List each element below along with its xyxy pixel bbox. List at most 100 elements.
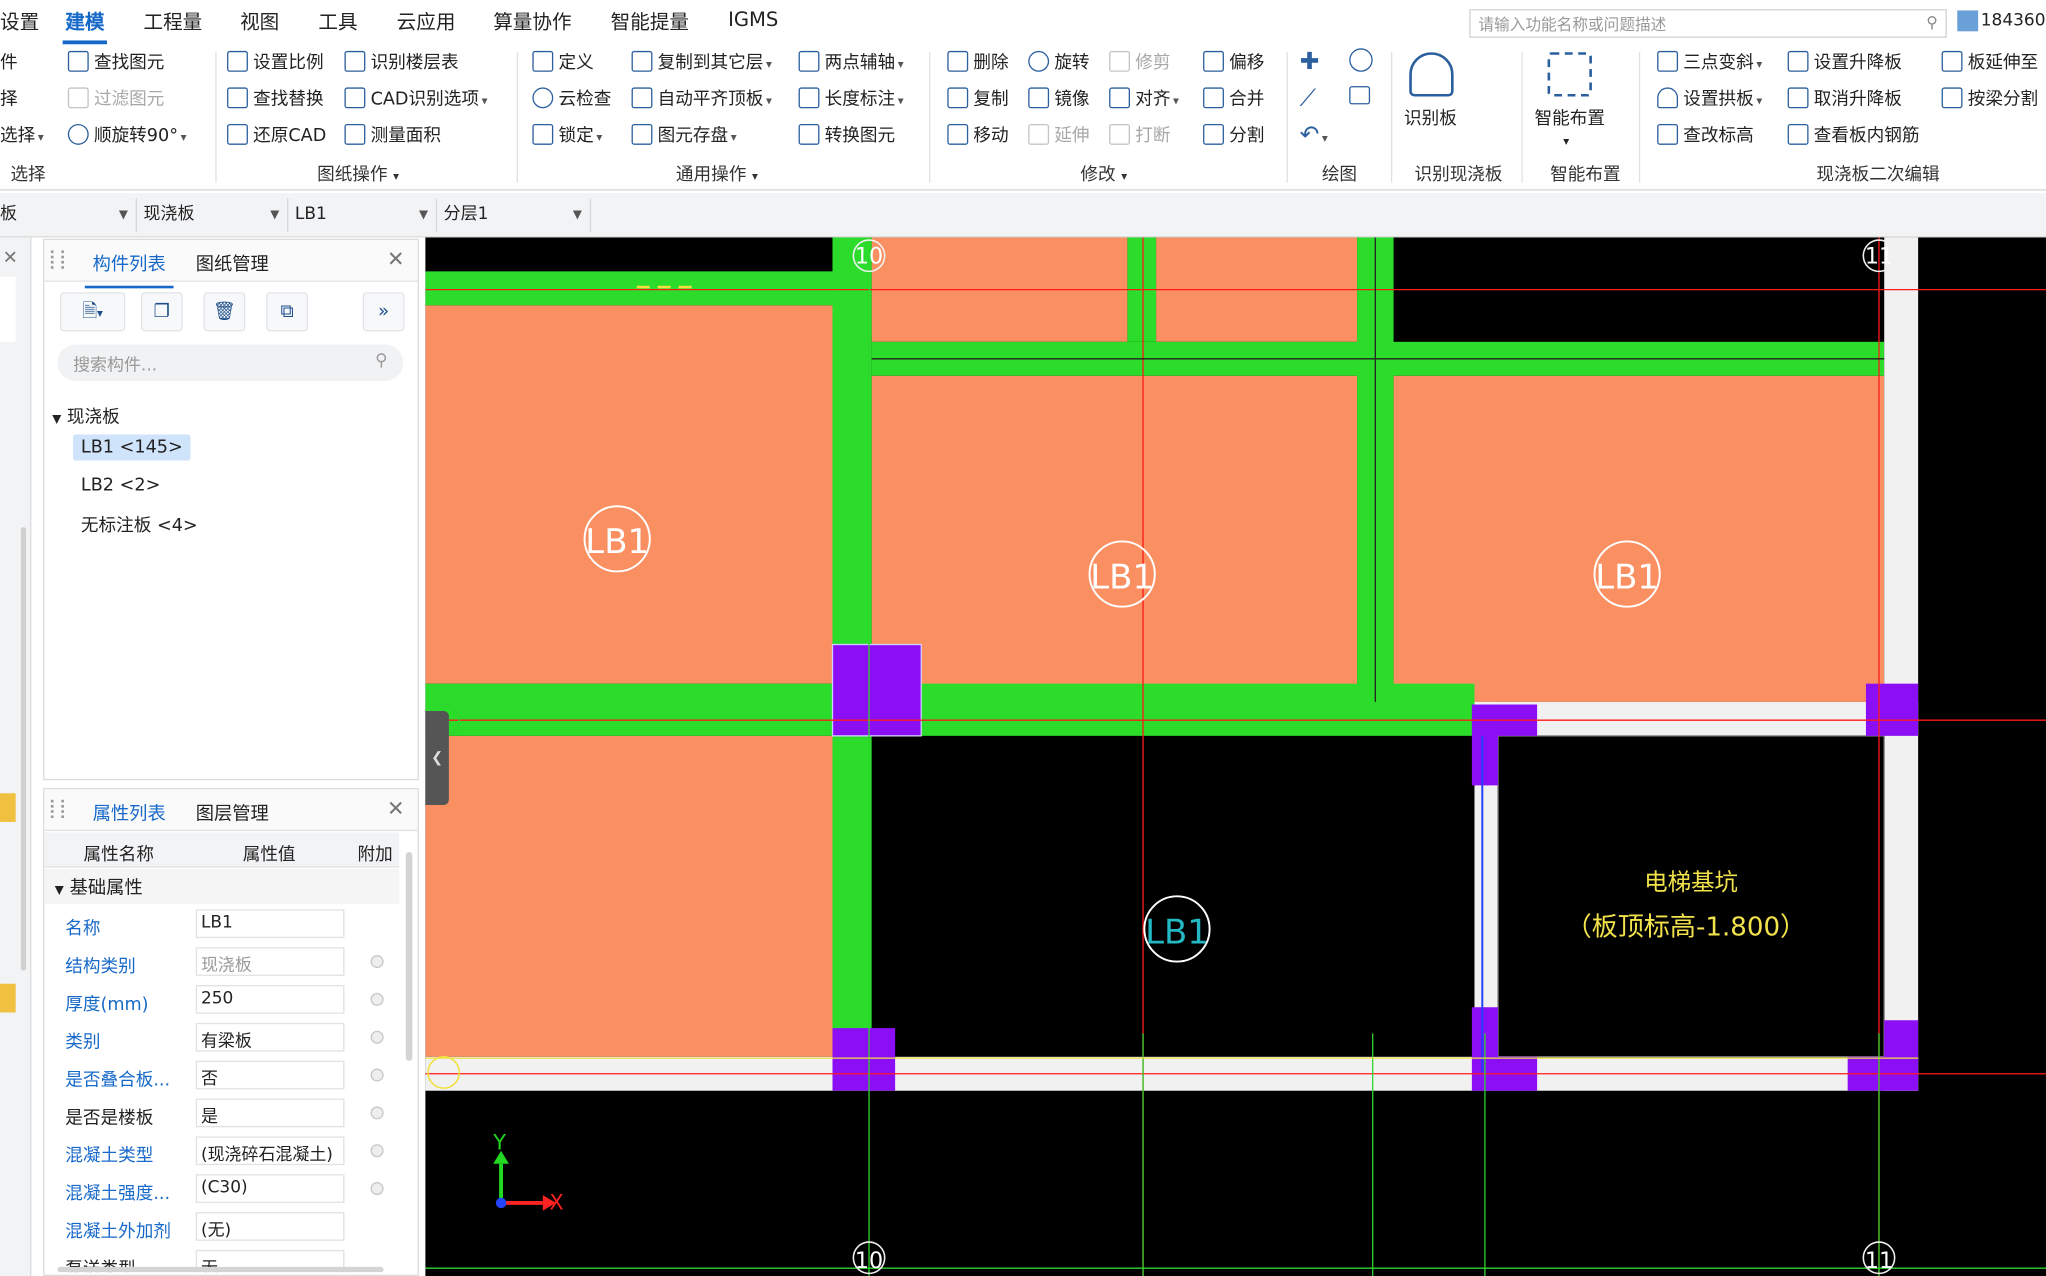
align-button[interactable]: 对齐 ▾ (1109, 85, 1179, 114)
prop-value-input[interactable]: 250 (195, 985, 345, 1014)
wall[interactable] (1884, 237, 1919, 1091)
column[interactable] (1865, 683, 1919, 736)
auto-align-top-button[interactable]: 自动平齐顶板 ▾ (631, 85, 772, 114)
set-arch-slab-button[interactable]: 设置拱板 ▾ (1657, 85, 1762, 114)
drag-handle-icon[interactable] (50, 799, 64, 819)
smart-layout-dropdown[interactable]: ▾ (1563, 128, 1569, 157)
restore-cad-button[interactable]: 还原CAD (227, 121, 326, 150)
group-label-general[interactable]: 通用操作 ▾ (676, 159, 758, 185)
slab-label[interactable]: LB1 (1145, 912, 1209, 951)
convert-element-button[interactable]: 转换图元 (798, 121, 895, 150)
extra-checkbox[interactable] (370, 992, 384, 1006)
slab-region[interactable] (1393, 375, 1885, 702)
more-actions-button[interactable]: » (362, 292, 405, 332)
find-replace-button[interactable]: 查找替换 (227, 85, 324, 114)
floor-select[interactable]: 板 ▼ (0, 198, 138, 233)
tree-root[interactable]: ▼ 现浇板 (52, 402, 119, 428)
mirror-button[interactable]: 镜像 (1028, 85, 1090, 114)
smart-layout-button[interactable]: 智能布置 (1535, 104, 1605, 133)
rotate-button[interactable]: 旋转 (1028, 48, 1090, 77)
menu-item-cloud[interactable]: 云应用 (397, 8, 456, 35)
tab-component-list[interactable]: 构件列表 (84, 251, 174, 289)
find-element-button[interactable]: 查找图元 (67, 48, 164, 77)
slab-extend-button[interactable]: 板延伸至 (1941, 48, 2038, 77)
tree-item-unlabeled[interactable]: 无标注板 <4> (81, 510, 198, 536)
cad-drawing[interactable]: 10 11 10 11 LB1 LB1 LB1 LB1 电梯基坑 （板顶标高-1… (425, 237, 2046, 1276)
copy-to-floor-button[interactable]: 复制到其它层 ▾ (631, 48, 772, 77)
length-dimension-button[interactable]: 长度标注 ▾ (798, 85, 904, 114)
user-account[interactable]: 184360 (1957, 10, 2046, 32)
copy-button[interactable]: 复制 (947, 85, 1009, 114)
merge-button[interactable]: 合并 (1203, 85, 1264, 114)
tab-layer-management[interactable]: 图层管理 (196, 800, 269, 826)
split-button[interactable]: 分割 (1203, 121, 1264, 150)
layer-copy-button[interactable]: ⧉ (266, 292, 308, 332)
section-basic[interactable]: ▼ 基础属性 (44, 868, 400, 905)
view-slab-rebar-button[interactable]: 查看板内钢筋 (1787, 121, 1919, 150)
tree-item-lb1[interactable]: LB1 <145> (73, 434, 191, 461)
menu-item-modeling[interactable]: 建模 (62, 8, 108, 45)
extra-checkbox[interactable] (370, 1068, 384, 1082)
draw-point-button[interactable]: ✚ (1300, 48, 1320, 77)
measure-area-button[interactable]: 测量面积 (344, 121, 441, 150)
slab-region[interactable] (871, 375, 1358, 702)
prop-value-input[interactable]: 现浇板 (195, 947, 345, 976)
drag-handle-icon[interactable] (50, 250, 64, 269)
prop-value-input[interactable]: 是 (195, 1098, 345, 1128)
close-icon[interactable]: ✕ (3, 248, 18, 269)
edit-elevation-button[interactable]: 查改标高 (1657, 121, 1754, 150)
search-icon[interactable]: ⚲ (1926, 13, 1937, 31)
delete-component-button[interactable]: 🗑 (203, 292, 246, 332)
cad-options-button[interactable]: CAD识别选项 ▾ (344, 85, 487, 114)
split-by-beam-button[interactable]: 按梁分割 (1941, 85, 2038, 114)
extra-checkbox[interactable] (370, 1030, 384, 1044)
slab-label[interactable]: LB1 (1090, 557, 1154, 596)
menu-item-collab[interactable]: 算量协作 (493, 8, 571, 35)
component-select[interactable]: LB1 ▼ (290, 198, 438, 233)
move-button[interactable]: 移动 (947, 121, 1009, 150)
column[interactable] (831, 643, 922, 737)
break-button[interactable]: 打断 (1109, 121, 1170, 150)
draw-circle-button[interactable] (1349, 48, 1373, 77)
slab-label[interactable]: LB1 (585, 522, 649, 561)
offset-button[interactable]: 偏移 (1203, 48, 1264, 77)
group-label-modify[interactable]: 修改 ▾ (1080, 159, 1127, 185)
prop-value-input[interactable]: LB1 (195, 909, 345, 939)
identify-slab-button[interactable]: 识别板 (1404, 104, 1457, 133)
extra-checkbox[interactable] (370, 1182, 384, 1196)
extend-button[interactable]: 延伸 (1028, 121, 1090, 150)
set-scale-button[interactable]: 设置比例 (227, 48, 324, 77)
prop-value-input[interactable]: (C30) (195, 1174, 345, 1203)
define-button[interactable]: 定义 (532, 48, 594, 77)
close-icon[interactable]: ✕ (387, 796, 404, 821)
component-type-select[interactable]: 现浇板 ▼ (138, 198, 289, 233)
menu-item-view[interactable]: 视图 (240, 8, 279, 35)
element-save-button[interactable]: 图元存盘 ▾ (631, 121, 737, 150)
rotate90-button[interactable]: 顺旋转90° ▾ (67, 121, 187, 150)
side-tag[interactable] (0, 983, 16, 1013)
column[interactable] (832, 1028, 896, 1091)
extra-checkbox[interactable] (370, 1106, 384, 1120)
menu-item-settings[interactable]: 设置 (0, 8, 39, 35)
collapse-panel-button[interactable]: ❮ (425, 711, 449, 805)
draw-arc-button[interactable]: ↶ ▾ (1300, 121, 1328, 150)
filter-element-button[interactable]: 过滤图元 (67, 85, 164, 114)
scrollbar[interactable] (20, 527, 27, 971)
wall[interactable] (1474, 701, 1919, 736)
beam[interactable] (425, 683, 1475, 736)
copy-component-button[interactable]: ❐ (140, 292, 183, 332)
side-tag[interactable] (0, 793, 16, 822)
two-point-axis-button[interactable]: 两点辅轴 ▾ (798, 48, 904, 77)
new-component-button[interactable]: 🗎▾ (60, 292, 126, 332)
group-label-drawing[interactable]: 图纸操作 ▾ (317, 159, 399, 185)
elevator-pit[interactable] (1497, 735, 1885, 1058)
prop-value-input[interactable]: 有梁板 (195, 1022, 345, 1052)
tree-item-lb2[interactable]: LB2 <2> (81, 475, 160, 496)
function-search-input[interactable]: 请输入功能名称或问题描述 ⚲ (1469, 9, 1947, 38)
ribbon-item-select[interactable]: 择 (0, 85, 18, 114)
menu-item-igms[interactable]: IGMS (728, 8, 778, 31)
collapsed-tab[interactable] (0, 276, 16, 342)
trim-button[interactable]: 修剪 (1109, 48, 1170, 77)
menu-item-quantity[interactable]: 工程量 (144, 8, 203, 35)
slab-label[interactable]: LB1 (1595, 557, 1659, 596)
